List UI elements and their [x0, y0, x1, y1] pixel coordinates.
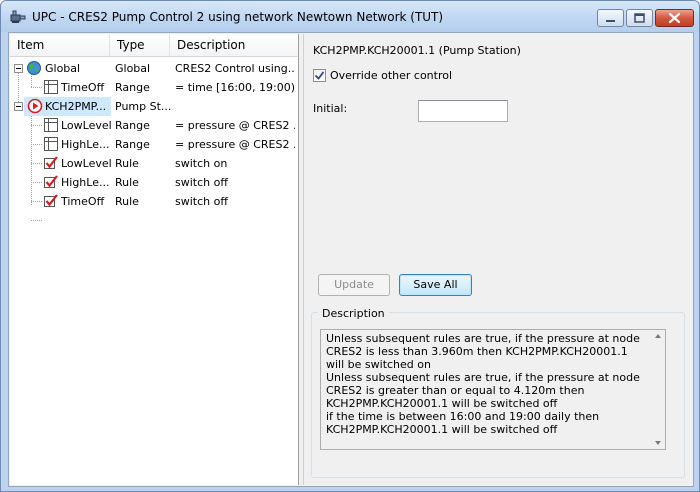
window-title: UPC - CRES2 Pump Control 2 using network… — [32, 10, 444, 24]
tree-item-name: Global — [45, 62, 81, 75]
tree-item-name: LowLevel — [61, 119, 112, 132]
rule-check-icon — [43, 174, 59, 190]
description-text: Unless subsequent rules are true, if the… — [326, 332, 640, 436]
scroll-down-arrow-icon[interactable] — [655, 441, 661, 445]
column-header-item[interactable]: Item — [10, 34, 110, 56]
tree-connector — [31, 220, 42, 221]
tree-item-name: HighLe... — [61, 138, 110, 151]
pane-splitter[interactable] — [299, 34, 304, 485]
tree-row-lowlevel-rule[interactable]: LowLevel Rule switch on — [10, 154, 298, 173]
tree-item-name: TimeOff — [61, 81, 105, 94]
selected-item-heading: KCH2PMP.KCH20001.1 (Pump Station) — [313, 44, 521, 57]
tree-row-highlevel-rule[interactable]: HighLe... Rule switch off — [10, 173, 298, 192]
tree-row-global[interactable]: Global Global CRES2 Control using... — [10, 59, 298, 78]
title-bar[interactable]: UPC - CRES2 Pump Control 2 using network… — [1, 1, 699, 32]
pump-station-icon — [27, 98, 43, 114]
tree-row-highlevel-range[interactable]: HighLe... Range = pressure @ CRES2 ... — [10, 135, 298, 154]
tree-item-description: switch off — [175, 195, 228, 208]
rule-tree[interactable]: Item Type Description Global Global CRES… — [10, 34, 299, 485]
override-checkbox-label[interactable]: Override other control — [330, 69, 452, 82]
description-group-title: Description — [318, 307, 389, 320]
close-button[interactable] — [655, 9, 694, 27]
tree-row-pump-station[interactable]: KCH2PMP... Pump St... — [10, 97, 298, 116]
range-grid-icon — [43, 136, 59, 152]
tree-item-type: Range — [115, 81, 150, 94]
rule-check-icon — [43, 155, 59, 171]
tree-item-description: switch on — [175, 157, 228, 170]
client-area: Item Type Description Global Global CRES… — [8, 32, 694, 487]
range-grid-icon — [43, 79, 59, 95]
tree-item-type: Pump St... — [115, 100, 171, 113]
tree-row-lowlevel-range[interactable]: LowLevel Range = pressure @ CRES2 ... — [10, 116, 298, 135]
range-grid-icon — [43, 117, 59, 133]
tree-item-type: Range — [115, 119, 150, 132]
tree-item-description: switch off — [175, 176, 228, 189]
scroll-up-arrow-icon[interactable] — [655, 334, 661, 338]
tree-item-description: = time [16:00, 19:00) ... — [175, 81, 295, 94]
column-header-type[interactable]: Type — [110, 34, 170, 56]
tree-row-timeoff-rule[interactable]: TimeOff Rule switch off — [10, 192, 298, 211]
maximize-icon — [634, 13, 645, 23]
initial-input[interactable] — [418, 100, 508, 122]
description-textbox[interactable]: Unless subsequent rules are true, if the… — [320, 329, 666, 450]
tree-item-type: Rule — [115, 157, 139, 170]
column-header-description[interactable]: Description — [170, 34, 298, 56]
collapse-toggle[interactable] — [14, 64, 23, 73]
maximize-button[interactable] — [626, 9, 653, 27]
application-window: UPC - CRES2 Pump Control 2 using network… — [0, 0, 700, 492]
tree-item-name: HighLe... — [61, 176, 110, 189]
tree-item-description: = pressure @ CRES2 ... — [175, 138, 295, 151]
globe-icon — [26, 60, 42, 76]
detail-pane: KCH2PMP.KCH20001.1 (Pump Station) Overri… — [305, 34, 693, 485]
pump-control-app-icon[interactable] — [10, 10, 26, 24]
tree-item-name: LowLevel — [61, 157, 112, 170]
checkmark-icon — [314, 71, 325, 80]
tree-item-type: Global — [115, 62, 151, 75]
tree-item-type: Rule — [115, 195, 139, 208]
tree-row-timeoff-range[interactable]: TimeOff Range = time [16:00, 19:00) ... — [10, 78, 298, 97]
collapse-toggle[interactable] — [14, 102, 23, 111]
tree-item-description: CRES2 Control using... — [175, 62, 295, 75]
tree-item-type: Range — [115, 138, 150, 151]
update-button[interactable]: Update — [318, 274, 390, 296]
minimize-icon — [606, 20, 615, 22]
tree-item-name: TimeOff — [61, 195, 105, 208]
minimize-button[interactable] — [597, 9, 624, 27]
initial-label: Initial: — [313, 102, 348, 115]
override-checkbox[interactable] — [313, 69, 326, 82]
tree-column-header: Item Type Description — [10, 34, 298, 57]
save-all-button[interactable]: Save All — [399, 274, 472, 296]
close-icon — [668, 12, 681, 24]
rule-check-icon — [43, 193, 59, 209]
tree-item-name: KCH2PMP... — [45, 100, 107, 113]
tree-item-description: = pressure @ CRES2 ... — [175, 119, 295, 132]
tree-item-type: Rule — [115, 176, 139, 189]
